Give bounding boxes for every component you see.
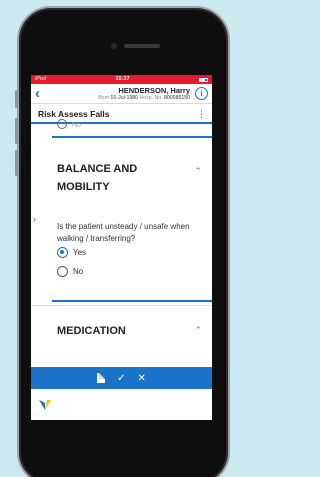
hosp-label: Hosp. No. (139, 95, 163, 101)
more-menu-icon[interactable]: ⋮ (197, 107, 206, 121)
patient-meta: Born 01-Jul-1980 Hosp. No. 800086150 (98, 95, 190, 101)
side-panel-chevron-icon[interactable]: › (33, 214, 36, 224)
previous-option-radio[interactable] (57, 119, 67, 129)
born-label: Born (98, 95, 110, 101)
info-icon[interactable]: i (195, 87, 208, 100)
option-yes[interactable]: Yes (57, 247, 86, 258)
option-label: Yes (73, 248, 87, 257)
app-footer (31, 389, 212, 420)
patient-banner: ‹ HENDERSON, Harry Born 01-Jul-1980 Hosp… (31, 84, 212, 104)
battery-icon (199, 77, 208, 82)
option-label: No (73, 267, 84, 276)
option-no[interactable]: No (57, 266, 83, 277)
app-screen: iPod 15:37 ‹ HENDERSON, Harry Born 01-Ju… (31, 75, 212, 420)
back-arrow-icon[interactable]: ‹ (35, 86, 40, 101)
save-check-icon[interactable]: ✓ (117, 373, 125, 384)
earpiece-speaker (124, 44, 160, 48)
phone-side-button (15, 118, 18, 144)
patient-name: HENDERSON, Harry (118, 86, 190, 95)
section-divider (52, 136, 212, 138)
front-camera (111, 43, 117, 49)
date-of-birth: 01-Jul-1980 (110, 95, 139, 101)
question-text: Is the patient unsteady / unsafe when wa… (57, 222, 190, 243)
hospital-number: 800086150 (164, 95, 190, 101)
document-icon[interactable] (97, 373, 106, 383)
section-title-medication: MEDICATION (57, 325, 126, 337)
thin-divider (31, 305, 212, 306)
radio-yes[interactable] (57, 247, 68, 258)
form-title: Risk Assess Falls (38, 109, 110, 119)
clock: 15:37 (115, 76, 130, 82)
section-title-line: BALANCE AND (57, 163, 138, 175)
form-content: No BALANCE AND MOBILITY ⌃ › Is the patie… (31, 119, 212, 398)
radio-no[interactable] (57, 266, 68, 277)
close-icon[interactable]: ✕ (138, 373, 146, 384)
status-bar: iPod 15:37 (31, 75, 212, 84)
collapse-chevron-icon[interactable]: ⌃ (194, 166, 202, 177)
previous-option-label: No (72, 122, 81, 129)
phone-side-button (15, 90, 18, 108)
app-logo-icon (39, 400, 51, 410)
section-divider (52, 300, 212, 302)
carrier-label: iPod (35, 76, 47, 82)
section-title-line: MOBILITY (57, 181, 110, 193)
phone-side-button (15, 150, 18, 176)
section-title-balance: BALANCE AND MOBILITY (57, 160, 137, 196)
action-bar: ✓ ✕ (31, 367, 212, 389)
collapse-chevron-icon[interactable]: ⌃ (194, 325, 202, 336)
